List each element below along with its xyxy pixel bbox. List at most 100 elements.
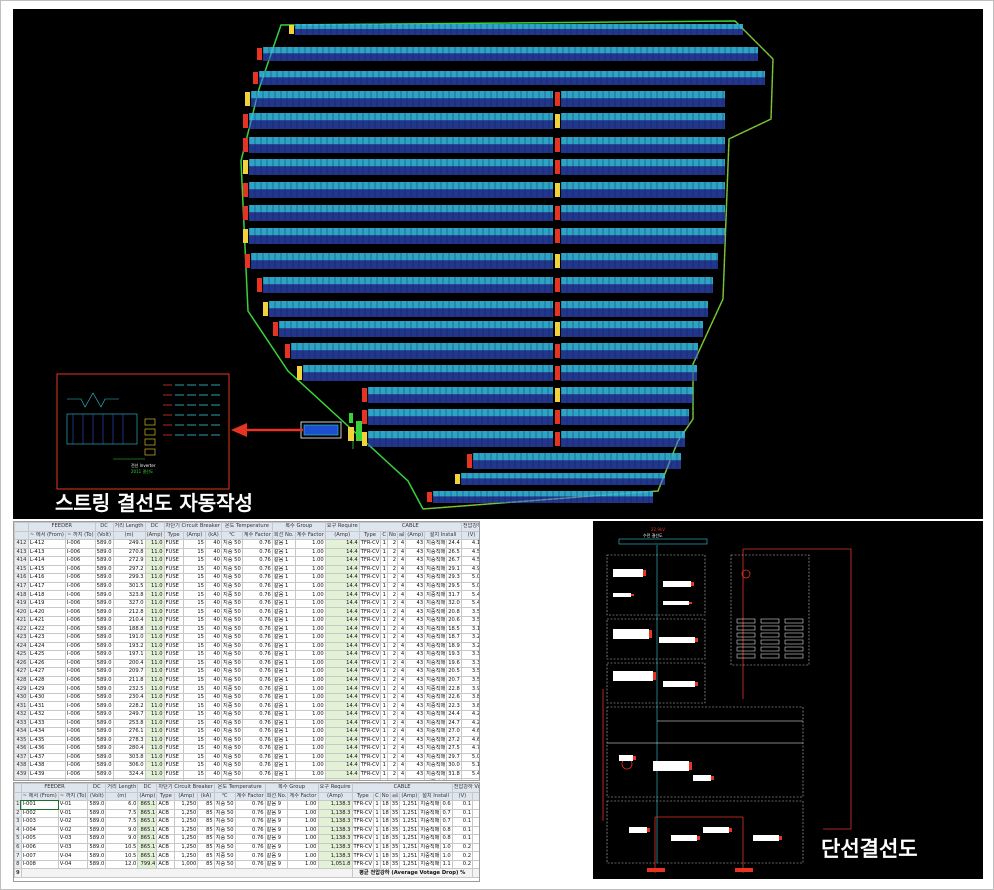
table-cell[interactable]: 지중직매 <box>418 800 442 810</box>
table-cell[interactable]: 1.1 <box>440 859 453 870</box>
table-cell[interactable]: 4 <box>396 590 407 600</box>
table-cell[interactable]: 1.00 <box>294 650 326 660</box>
table-cell[interactable]: 지중 50 <box>213 825 236 836</box>
header-group-cell[interactable]: CABLE <box>358 522 462 532</box>
table-cell[interactable]: FUSE <box>163 650 184 660</box>
table-cell[interactable]: TFR-CV <box>351 800 375 810</box>
header-cell[interactable]: (V) <box>451 791 474 802</box>
table-cell[interactable]: 865.1 <box>137 808 158 819</box>
header-group-cell[interactable]: 복수 Group <box>264 783 319 793</box>
table-row[interactable]: 5 I-005 V-03 589.0 9.0 865.1 ACB 1,250 85 지중 50 0.… <box>14 834 479 844</box>
table-cell[interactable]: 1.00 <box>287 851 319 861</box>
header-group-cell[interactable]: 복수 Group <box>271 522 326 532</box>
table-cell[interactable]: 14.4 <box>324 727 360 737</box>
table-cell[interactable]: 1 <box>380 539 388 549</box>
table-cell[interactable]: 1.00 <box>294 744 326 754</box>
table-cell[interactable]: 1 <box>380 701 388 712</box>
table-cell[interactable]: TFR-CV <box>351 834 375 844</box>
table-cell[interactable]: 0.76 <box>234 851 266 861</box>
table-cell[interactable]: 589.0 <box>94 598 114 609</box>
header-group-cell[interactable]: DC <box>94 522 114 532</box>
table-cell[interactable]: 같음 1 <box>271 769 296 780</box>
table-cell[interactable]: 14.4 <box>324 564 360 575</box>
table-cell[interactable]: 43 <box>405 556 426 566</box>
table-cell[interactable]: 15 <box>182 581 206 592</box>
header-cell[interactable]: (kA) <box>197 791 215 802</box>
table-cell[interactable]: 같음 9 <box>264 842 289 853</box>
header-cell[interactable]: C <box>380 530 388 541</box>
table-cell[interactable]: FUSE <box>163 633 184 643</box>
header-cell[interactable]: ℃ <box>213 791 236 802</box>
table-cell[interactable]: 29.7 <box>446 752 462 763</box>
table-cell[interactable]: 지중 50 <box>220 675 243 686</box>
table-cell[interactable]: 0.76 <box>241 735 273 746</box>
table-cell[interactable]: 299.3 <box>112 573 146 583</box>
header-group-cell[interactable]: FEEDER <box>20 783 89 793</box>
table-cell[interactable]: 43 <box>405 667 426 677</box>
table-cell[interactable]: 40 <box>204 727 222 737</box>
table-cell[interactable]: 지중 50 <box>220 658 243 669</box>
table-cell[interactable]: 1,251 <box>399 800 420 810</box>
table-cell[interactable]: TFR-CV <box>358 641 382 652</box>
table-cell[interactable]: FUSE <box>163 761 184 771</box>
table-cell[interactable]: 1 <box>373 825 381 836</box>
table-cell[interactable]: 589.0 <box>87 851 107 861</box>
table-cell[interactable]: 11.0 <box>144 769 165 780</box>
table-cell[interactable]: 1.00 <box>287 834 319 844</box>
table-cell[interactable]: 10.5 <box>105 842 139 853</box>
header-group-cell[interactable]: 요구 Require <box>317 783 353 793</box>
table-cell[interactable]: 1.00 <box>294 598 326 609</box>
table-cell[interactable]: FUSE <box>163 769 184 780</box>
table-cell[interactable]: 0.7 <box>440 808 453 819</box>
table-cell[interactable]: 1 <box>380 727 388 737</box>
table-cell[interactable]: 1 <box>380 761 388 771</box>
table-cell[interactable]: TFR-CV <box>358 658 382 669</box>
table-cell[interactable]: FUSE <box>163 624 184 635</box>
table-cell[interactable]: 15 <box>182 641 206 652</box>
table-cell[interactable]: 40 <box>204 658 222 669</box>
table-cell[interactable]: 35 <box>389 817 401 827</box>
table-cell[interactable]: 2 <box>386 616 399 626</box>
header-cell[interactable]: Type <box>163 530 184 541</box>
table-cell[interactable]: I-003 <box>20 817 59 827</box>
table-cell[interactable]: 0.76 <box>241 692 273 703</box>
table-cell[interactable]: 0.76 <box>241 778 273 780</box>
table-cell[interactable]: 2 <box>386 752 399 763</box>
table-cell[interactable]: 15 <box>182 710 206 720</box>
table-cell[interactable]: 1.00 <box>294 590 326 600</box>
table-cell[interactable]: 2 <box>386 710 399 720</box>
table-cell[interactable]: 589.0 <box>94 727 114 737</box>
table-cell[interactable]: I-006 <box>64 761 96 771</box>
table-cell[interactable]: 3.3 <box>460 658 479 669</box>
table-cell[interactable]: 0.76 <box>241 624 273 635</box>
table-cell[interactable]: 0.76 <box>234 808 266 819</box>
table-cell[interactable]: 같음 9 <box>264 834 289 844</box>
table-cell[interactable]: 40 <box>204 616 222 626</box>
table-cell[interactable]: 1,000 <box>174 859 199 870</box>
table-cell[interactable]: 2 <box>386 769 399 780</box>
table-cell[interactable]: TFR-CV <box>351 842 375 853</box>
table-row[interactable]: 429 L-429 I-006 589.0 232.5 11.0 FUSE 15 40 지중 50… <box>14 684 479 694</box>
table-cell[interactable]: 1.00 <box>294 761 326 771</box>
table-cell[interactable]: 지중 50 <box>220 769 243 780</box>
table-cell[interactable]: 지중 50 <box>213 817 236 827</box>
table-cell[interactable]: 1 <box>380 658 388 669</box>
table-cell[interactable]: 1.00 <box>294 667 326 677</box>
table-cell[interactable]: 1 <box>373 842 381 853</box>
table-cell[interactable]: I-006 <box>64 607 96 617</box>
table-row[interactable]: 440L-440I-006589.0327.611.0FUSE1540지중 50… <box>14 778 479 780</box>
table-cell[interactable]: 210.4 <box>112 616 146 626</box>
table-cell[interactable]: TFR-CV <box>358 650 382 660</box>
table-cell[interactable]: 11.0 <box>144 744 165 754</box>
table-row[interactable]: 1 I-001 V-01 589.0 6.0 865.1 ACB 1,250 85 지중 50 0.… <box>14 799 479 811</box>
table-cell[interactable]: 2 <box>386 539 399 549</box>
table-cell[interactable]: 지중 50 <box>220 752 243 763</box>
table-cell[interactable]: FUSE <box>163 573 184 583</box>
table-cell[interactable]: 1 <box>380 769 388 780</box>
table-cell[interactable]: 85 <box>197 808 215 819</box>
table-cell[interactable]: 589.0 <box>94 607 114 617</box>
table-cell[interactable]: 589.0 <box>94 752 114 763</box>
table-cell[interactable]: 1.00 <box>287 859 319 870</box>
table-cell[interactable]: V-04 <box>57 851 89 861</box>
table-cell[interactable]: FUSE <box>163 539 184 549</box>
